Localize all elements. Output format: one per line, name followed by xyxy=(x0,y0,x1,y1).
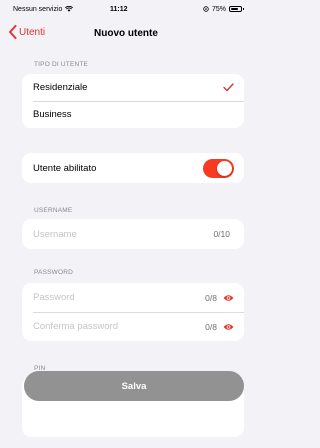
eye-icon[interactable] xyxy=(223,294,234,302)
confirm-password-counter: 0/8 xyxy=(205,321,217,332)
password-card: Password 0/8 Conferma password 0/8 xyxy=(22,283,244,341)
username-card: Username 0/10 xyxy=(22,219,244,249)
enabled-toggle[interactable] xyxy=(203,158,234,178)
battery-percent: 75% xyxy=(211,5,226,13)
page-title: Nuovo utente xyxy=(94,28,158,39)
confirm-password-placeholder: Conferma password xyxy=(33,321,119,332)
wifi-icon xyxy=(65,6,74,12)
enabled-row: Utente abilitato xyxy=(22,153,244,183)
option-label: Residenziale xyxy=(33,82,88,93)
confirm-password-field[interactable]: Conferma password 0/8 xyxy=(22,312,244,341)
option-business[interactable]: Business xyxy=(22,101,244,128)
username-field[interactable]: Username 0/10 xyxy=(22,219,244,249)
navigation-bar: Utenti Nuovo utente xyxy=(0,22,252,48)
user-type-section-label: TIPO DI UTENTE xyxy=(34,61,89,68)
option-label: Business xyxy=(33,109,72,120)
username-placeholder: Username xyxy=(33,228,77,240)
password-section-label: PASSWORD xyxy=(34,269,74,276)
enabled-label: Utente abilitato xyxy=(33,162,97,174)
password-counter: 0/8 xyxy=(205,292,217,303)
carrier-label: Nessun servizio xyxy=(13,5,63,13)
user-type-card: Residenziale Business xyxy=(22,74,244,128)
username-section-label: USERNAME xyxy=(34,207,73,214)
battery-status: 75% xyxy=(203,5,244,13)
checkmark-icon xyxy=(223,83,234,92)
save-button[interactable]: Salva xyxy=(24,371,244,401)
username-counter: 0/10 xyxy=(213,229,230,239)
battery-icon xyxy=(229,6,244,12)
password-field[interactable]: Password 0/8 xyxy=(22,283,244,312)
option-residenziale[interactable]: Residenziale xyxy=(22,74,244,101)
eye-icon[interactable] xyxy=(223,323,234,331)
clock: 11:12 xyxy=(110,5,128,13)
enabled-card: Utente abilitato xyxy=(22,153,244,183)
location-icon xyxy=(203,6,209,12)
carrier-info: Nessun servizio xyxy=(13,6,108,13)
password-placeholder: Password xyxy=(33,292,75,303)
status-bar: Nessun servizio 11:12 75% xyxy=(0,0,252,18)
